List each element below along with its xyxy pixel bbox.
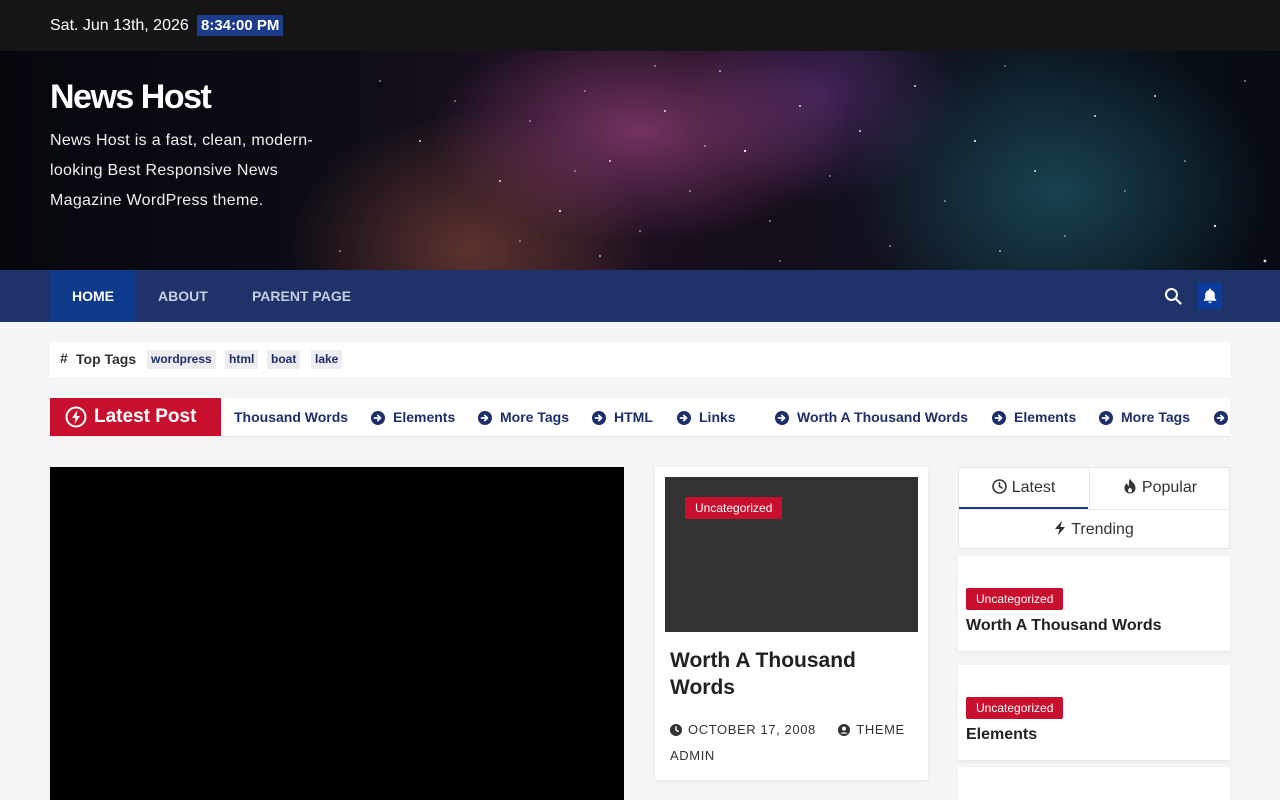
current-date: Sat. Jun 13th, 2026 [50,17,189,34]
tab-popular-label: Popular [1141,479,1198,496]
ticker-item[interactable]: Worth A Thousand Words [797,409,968,425]
top-bar: Sat. Jun 13th, 2026 8:34:00 PM [0,0,1280,51]
arrow-circle-right-icon [371,411,385,425]
sidebar-post-title[interactable]: Worth A Thousand Words [966,617,1162,635]
sidebar-post [958,767,1230,800]
top-tags-label: Top Tags [76,351,137,367]
bolt-circle-icon [65,406,87,428]
sidebar-post: Uncategorized Elements [958,665,1230,760]
tab-latest[interactable]: Latest [959,468,1088,509]
ticker-item[interactable]: HTML [614,409,653,425]
sidebar-post: Uncategorized Worth A Thousand Words [958,556,1230,651]
category-badge[interactable]: Uncategorized [966,697,1064,719]
latest-post-label: Latest Post [94,406,197,427]
nav-item-parent-page[interactable]: Parent Page [252,270,351,322]
current-time: 8:34:00 PM [197,15,284,36]
tab-latest-label: Latest [1011,479,1056,496]
clock-icon [991,479,1007,494]
ticker-item[interactable]: Elements [393,409,455,425]
post-title[interactable]: Worth A Thousand Words [670,647,910,701]
clock-icon [670,724,682,736]
ticker-item[interactable]: Elements [1014,409,1076,425]
top-tags-bar: # Top Tags wordpress html boat lake [50,342,1230,377]
tag-boat[interactable]: boat [267,350,301,369]
ticker-item[interactable]: More Tags [1121,409,1190,425]
category-badge[interactable]: Uncategorized [966,588,1064,610]
tab-trending-label: Trending [1071,521,1134,538]
post-card: Uncategorized Worth A Thousand Words Oct… [655,467,928,780]
tag-wordpress[interactable]: wordpress [147,350,216,369]
tab-trending[interactable]: Trending [959,509,1229,550]
user-circle-icon [838,724,851,736]
post-meta: October 17, 2008 Theme Admin [670,717,915,769]
latest-post-ticker: Latest Post Thousand Words Elements More… [50,398,1230,437]
bell-icon [1203,288,1217,304]
latest-post-badge: Latest Post [50,398,221,436]
arrow-circle-right-icon [1099,411,1113,425]
ticker-track: Thousand Words Elements More Tags HTML L… [221,398,1230,436]
search-icon[interactable] [1164,287,1182,305]
category-badge[interactable]: Uncategorized [685,497,783,519]
ticker-item[interactable]: Thousand Words [234,409,348,425]
arrow-circle-right-icon [478,411,492,425]
arrow-circle-right-icon [677,411,691,425]
nav-item-home[interactable]: Home [50,270,136,322]
sidebar-tabs: Latest Popular Trending [958,467,1230,549]
tab-popular[interactable]: Popular [1089,468,1230,509]
sidebar-post-title[interactable]: Elements [966,726,1037,744]
tag-lake[interactable]: lake [311,350,343,369]
notification-button[interactable] [1198,283,1222,309]
post-thumbnail[interactable]: Uncategorized [665,477,918,632]
fire-icon [1124,478,1136,494]
ticker-item[interactable]: More Tags [500,409,569,425]
nav-item-about[interactable]: About [158,270,208,322]
site-header: News Host News Host is a fast, clean, mo… [0,51,1280,270]
arrow-circle-right-icon [1214,411,1228,425]
tag-html[interactable]: html [225,350,259,369]
arrow-circle-right-icon [992,411,1006,425]
ticker-item[interactable]: Links [699,409,736,425]
site-description: News Host is a fast, clean, modern-looki… [50,132,314,209]
site-title[interactable]: News Host [50,78,212,117]
hashtag-icon: # [60,350,68,366]
arrow-circle-right-icon [775,411,789,425]
bolt-icon [1055,520,1066,536]
post-date[interactable]: October 17, 2008 [688,722,816,737]
arrow-circle-right-icon [592,411,606,425]
main-navigation: Home About Parent Page [0,270,1280,322]
featured-post-image[interactable] [50,467,624,800]
